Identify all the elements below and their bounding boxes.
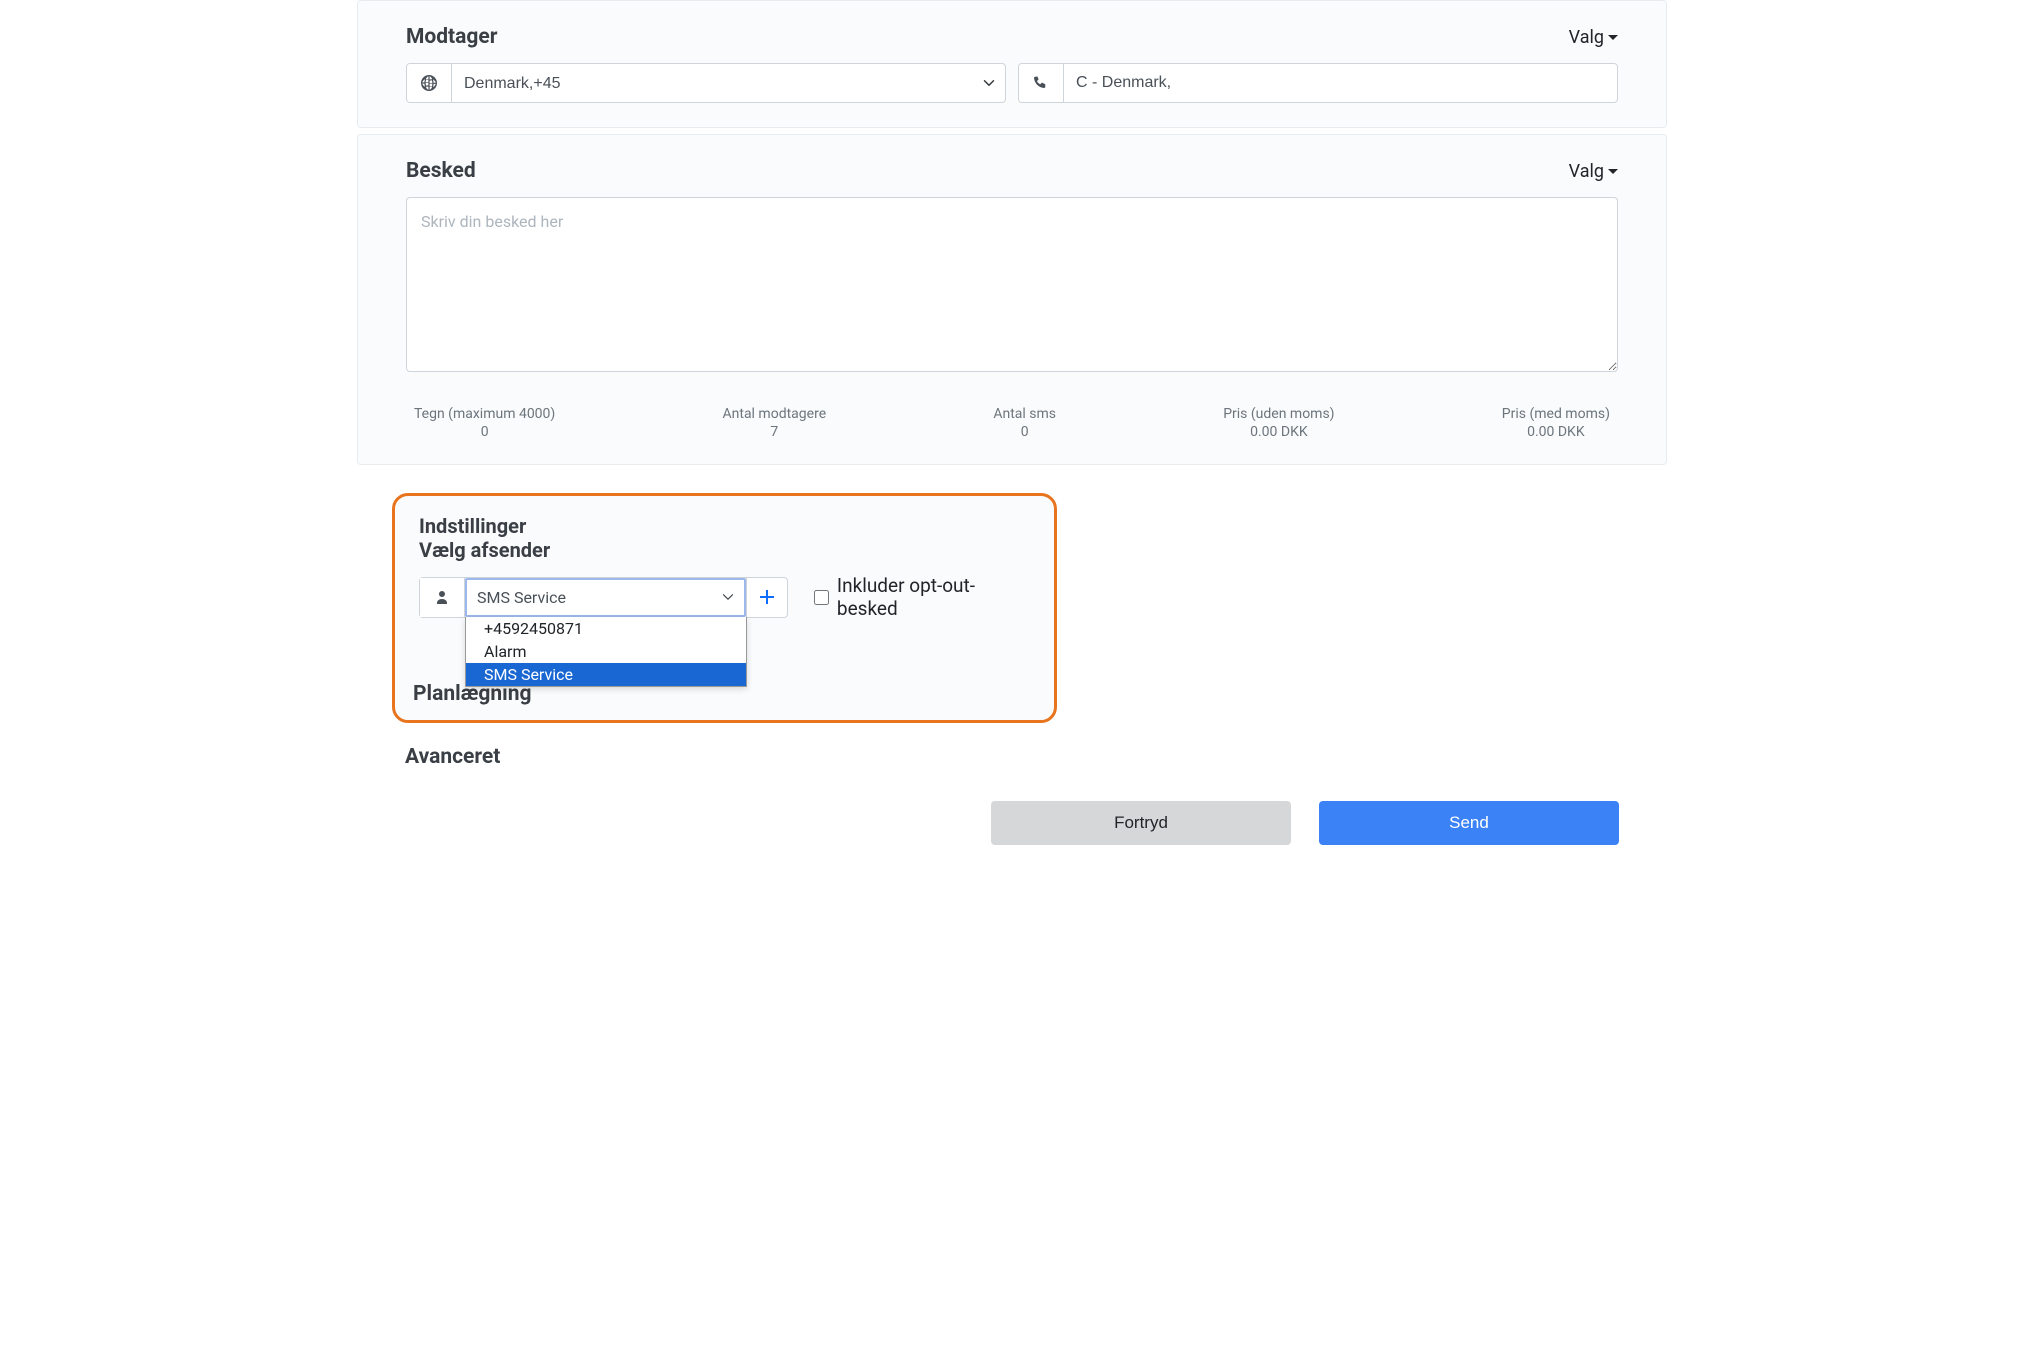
message-card: Besked Valg Tegn (maximum 4000) 0 Antal … — [357, 134, 1667, 465]
recipients-label: Antal modtagere — [723, 406, 827, 422]
message-title: Besked — [406, 159, 476, 183]
message-options-dropdown[interactable]: Valg — [1569, 161, 1618, 182]
sender-select[interactable]: SMS Service — [465, 578, 746, 617]
optout-label[interactable]: Inkluder opt-out-besked — [837, 574, 1030, 620]
message-options-label: Valg — [1569, 161, 1604, 182]
advanced-section: Avanceret — [357, 723, 1667, 781]
settings-card: Indstillinger Vælg afsender SMS Service … — [392, 493, 1057, 723]
country-select[interactable]: Denmark,+45 — [452, 64, 1005, 102]
message-textarea[interactable] — [406, 197, 1618, 372]
send-button[interactable]: Send — [1319, 801, 1619, 845]
price-inc-label: Pris (med moms) — [1502, 406, 1610, 422]
optout-checkbox[interactable] — [814, 590, 829, 605]
sender-group: SMS Service +4592450871 Alarm SMS Servic… — [419, 577, 788, 618]
recipient-options-label: Valg — [1569, 27, 1604, 48]
recipient-card: Modtager Valg Denmark,+45 — [357, 0, 1667, 128]
sms-value: 0 — [993, 424, 1056, 440]
price-inc-value: 0.00 DKK — [1502, 424, 1610, 440]
sender-option[interactable]: Alarm — [466, 640, 746, 663]
chars-value: 0 — [414, 424, 555, 440]
add-sender-button[interactable] — [747, 578, 787, 617]
sender-option[interactable]: +4592450871 — [466, 617, 746, 640]
settings-title: Indstillinger — [419, 514, 1030, 538]
footer-buttons: Fortryd Send — [357, 781, 1667, 865]
cancel-button[interactable]: Fortryd — [991, 801, 1291, 845]
price-ex-label: Pris (uden moms) — [1223, 406, 1334, 422]
country-select-group: Denmark,+45 — [406, 63, 1006, 103]
chars-label: Tegn (maximum 4000) — [414, 406, 555, 422]
recipients-value: 7 — [723, 424, 827, 440]
user-icon — [420, 578, 464, 617]
phone-icon — [1019, 64, 1064, 102]
phone-input-group — [1018, 63, 1618, 103]
sender-dropdown-list: +4592450871 Alarm SMS Service — [465, 617, 747, 687]
recipient-title: Modtager — [406, 25, 497, 49]
recipient-options-dropdown[interactable]: Valg — [1569, 27, 1618, 48]
phone-input[interactable] — [1064, 64, 1617, 102]
price-ex-value: 0.00 DKK — [1223, 424, 1334, 440]
message-stats: Tegn (maximum 4000) 0 Antal modtagere 7 … — [406, 406, 1618, 440]
globe-icon — [407, 64, 452, 102]
settings-subtitle: Vælg afsender — [419, 538, 1030, 562]
sms-label: Antal sms — [993, 406, 1056, 422]
sender-option[interactable]: SMS Service — [466, 663, 746, 686]
advanced-title: Avanceret — [405, 745, 1619, 769]
caret-down-icon — [1608, 169, 1618, 174]
caret-down-icon — [1608, 35, 1618, 40]
